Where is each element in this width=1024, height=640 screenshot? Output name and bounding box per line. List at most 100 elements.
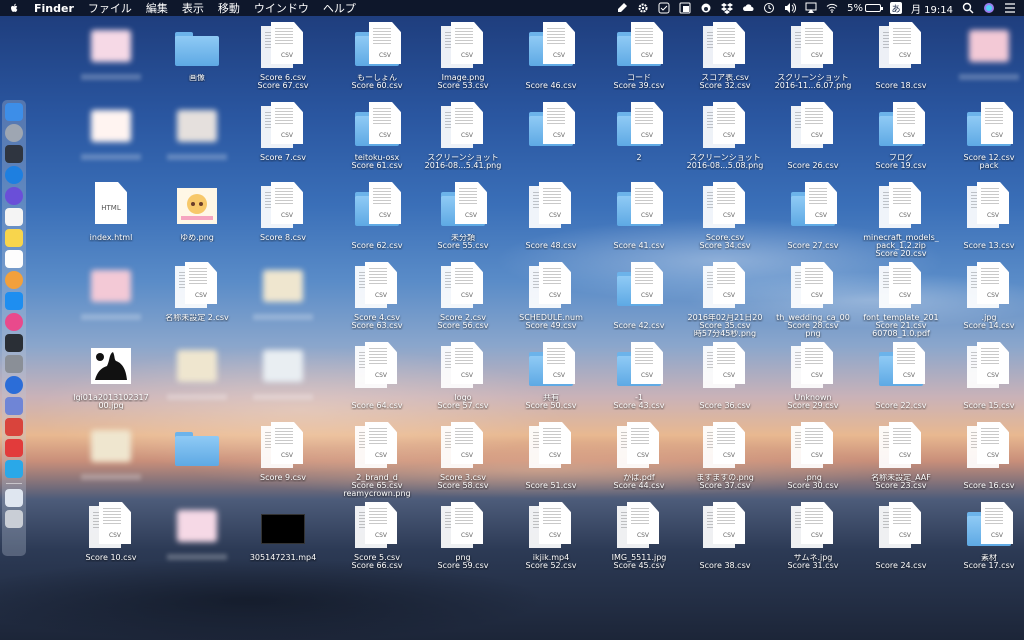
siri-icon[interactable] — [5, 187, 23, 205]
desktop-file-item[interactable]: CSV 名称未設定_AAF Score 23.csv — [856, 422, 946, 502]
desktop-file-item[interactable]: CSV font_template_201 Score 21.csv 60708_1.… — [856, 262, 946, 342]
desktop-file-item[interactable]: CSV スコア表.csv Score 32.csv — [680, 22, 770, 102]
desktop-file-item[interactable]: CSV png Score 59.csv — [418, 502, 508, 582]
desktop-file-item[interactable]: CSV 未分類 Score 55.csv — [418, 182, 508, 262]
time-machine-icon[interactable] — [763, 2, 775, 14]
desktop-file-item[interactable]: CSV Score 24.csv — [856, 502, 946, 582]
desktop-file-item[interactable]: CSV minecraft_models_ pack_1.2.zip Score 20… — [856, 182, 946, 262]
desktop-file-item[interactable]: CSV Score 4.csv Score 63.csv — [332, 262, 422, 342]
siri-menu-icon[interactable] — [983, 2, 995, 14]
desktop-file-item[interactable]: CSV Score 51.csv — [506, 422, 596, 502]
reminders-icon[interactable] — [5, 250, 23, 268]
calendar-icon[interactable] — [5, 208, 23, 226]
desktop-file-item[interactable]: lgi01a2013102317 00.jpg — [66, 342, 156, 422]
desktop-file-item[interactable]: CSV Score 15.csv — [944, 342, 1024, 422]
system-preferences-icon[interactable] — [5, 355, 23, 373]
desktop-file-item[interactable]: CSV Score 13.csv — [944, 182, 1024, 262]
desktop-file-item[interactable]: CSV Score 48.csv — [506, 182, 596, 262]
desktop-file-item[interactable]: CSV Score 7.csv — [238, 102, 328, 182]
desktop-file-item[interactable]: CSV スクリーンショット 2016-08...5.41.png — [418, 102, 508, 182]
skype-icon[interactable] — [5, 460, 23, 478]
desktop-file-item[interactable]: CSV 共有 Score 50.csv — [506, 342, 596, 422]
desktop-file-item[interactable]: CSV Score.csv Score 34.csv — [680, 182, 770, 262]
menu-view[interactable]: 表示 — [182, 0, 204, 16]
launchpad-icon[interactable] — [5, 124, 23, 142]
safari-icon[interactable] — [5, 166, 23, 184]
desktop-file-item[interactable]: CSV 2016年02月21日20 Score 35.csv 時57分45秒.png — [680, 262, 770, 342]
desktop-file-item[interactable]: CSV 素材 Score 17.csv — [944, 502, 1024, 582]
desktop-file-item[interactable]: HTML index.html — [66, 182, 156, 262]
menu-file[interactable]: ファイル — [88, 0, 132, 16]
cloud-icon[interactable] — [742, 2, 754, 14]
desktop-file-item[interactable]: CSV Image.png Score 53.csv — [418, 22, 508, 102]
desktop-file-item[interactable]: CSV Score 5.csv Score 66.csv — [332, 502, 422, 582]
notification-center-icon[interactable] — [1004, 2, 1016, 14]
itunes-icon[interactable] — [5, 313, 23, 331]
photos-icon[interactable] — [5, 271, 23, 289]
app-store-icon[interactable] — [5, 292, 23, 310]
mission-control-icon[interactable] — [5, 145, 23, 163]
desktop-file-item[interactable]: CSV ますますの.png Score 37.csv — [680, 422, 770, 502]
desktop-file-item[interactable]: CSV Unknown Score 29.csv — [768, 342, 858, 422]
desktop-file-item[interactable] — [152, 422, 242, 502]
desktop-file-item[interactable]: ゆめ.png — [152, 182, 242, 262]
desktop-file-item[interactable]: CSV th_wedding_ca_00 Score 28.csv png — [768, 262, 858, 342]
desktop-file-item[interactable]: CSV Score 2.csv Score 56.csv — [418, 262, 508, 342]
desktop-file-item[interactable] — [152, 502, 242, 582]
desktop-file-item[interactable]: CSV 名称未設定 2.csv — [152, 262, 242, 342]
desktop-file-item[interactable]: CSV Score 3.csv Score 58.csv — [418, 422, 508, 502]
menu-app-finder[interactable]: Finder — [34, 2, 74, 15]
desktop-file-item[interactable]: CSV IMG_5511.jpg Score 45.csv — [594, 502, 684, 582]
desktop-file-item[interactable]: CSV 2 — [594, 102, 684, 182]
desktop-file-item[interactable]: CSV .png Score 30.csv — [768, 422, 858, 502]
vivaldi-icon[interactable] — [5, 439, 23, 457]
desktop-file-item[interactable]: CSV スクリーンショット 2016-08...5.08.png — [680, 102, 770, 182]
battery-status[interactable]: 5% — [847, 3, 883, 14]
sync-icon[interactable] — [700, 2, 712, 14]
desktop-file-item[interactable]: CSV Score 62.csv — [332, 182, 422, 262]
desktop-file-item[interactable]: CSV Score 8.csv — [238, 182, 328, 262]
chrome-icon[interactable] — [5, 376, 23, 394]
desktop-file-item[interactable]: CSV .jpg Score 14.csv — [944, 262, 1024, 342]
desktop-file-item[interactable]: CSV Score 36.csv — [680, 342, 770, 422]
wifi-icon[interactable] — [826, 2, 838, 14]
trash-icon[interactable] — [5, 510, 23, 528]
desktop-file-item[interactable]: CSV Score 41.csv — [594, 182, 684, 262]
desktop-file-item[interactable] — [152, 342, 242, 422]
desktop-file-item[interactable]: CSV スクリーンショット 2016-11...6.07.png — [768, 22, 858, 102]
menu-window[interactable]: ウインドウ — [254, 0, 309, 16]
desktop-file-item[interactable]: CSV Score 18.csv — [856, 22, 946, 102]
airplay-icon[interactable] — [805, 2, 817, 14]
apple-menu-icon[interactable] — [8, 2, 20, 14]
desktop-file-item[interactable]: CSV Score 22.csv — [856, 342, 946, 422]
desktop-file-item[interactable] — [66, 102, 156, 182]
desktop-file-item[interactable]: CSV Score 12.csv pack — [944, 102, 1024, 182]
desktop-file-item[interactable] — [152, 102, 242, 182]
desktop-file-item[interactable]: CSV Score 16.csv — [944, 422, 1024, 502]
input-method-icon[interactable]: あ — [890, 2, 902, 15]
activity-monitor-icon[interactable] — [5, 334, 23, 352]
desktop-file-item[interactable]: CSV teitoku-osx Score 61.csv — [332, 102, 422, 182]
desktop-file-item[interactable]: CSV ikjik.mp4 Score 52.csv — [506, 502, 596, 582]
desktop-file-item[interactable] — [66, 422, 156, 502]
menu-go[interactable]: 移動 — [218, 0, 240, 16]
menu-edit[interactable]: 編集 — [146, 0, 168, 16]
desktop-file-item[interactable]: CSV かば.pdf Score 44.csv — [594, 422, 684, 502]
desktop-file-item[interactable]: CSV -1 Score 43.csv — [594, 342, 684, 422]
desktop-file-item[interactable]: CSV サムネ.jpg Score 31.csv — [768, 502, 858, 582]
desktop-file-item[interactable]: CSV Score 27.csv — [768, 182, 858, 262]
desktop-file-item[interactable] — [944, 22, 1024, 102]
desktop-file-item[interactable] — [238, 262, 328, 342]
desktop-file-item[interactable] — [238, 342, 328, 422]
discord-icon[interactable] — [5, 397, 23, 415]
desktop-file-item[interactable]: 305147231.mp4 — [238, 502, 328, 582]
desktop-file-item[interactable]: 画像 — [152, 22, 242, 102]
desktop-file-item[interactable] — [66, 262, 156, 342]
desktop-file-item[interactable]: CSV コード Score 39.csv — [594, 22, 684, 102]
desktop-file-item[interactable]: CSV — [506, 102, 596, 182]
notes-icon[interactable] — [5, 229, 23, 247]
desktop-file-item[interactable]: CSV Score 42.csv — [594, 262, 684, 342]
desktop-file-item[interactable]: CSV Score 46.csv — [506, 22, 596, 102]
spotlight-search-icon[interactable] — [962, 2, 974, 14]
desktop-file-item[interactable]: CSV ブログ Score 19.csv — [856, 102, 946, 182]
